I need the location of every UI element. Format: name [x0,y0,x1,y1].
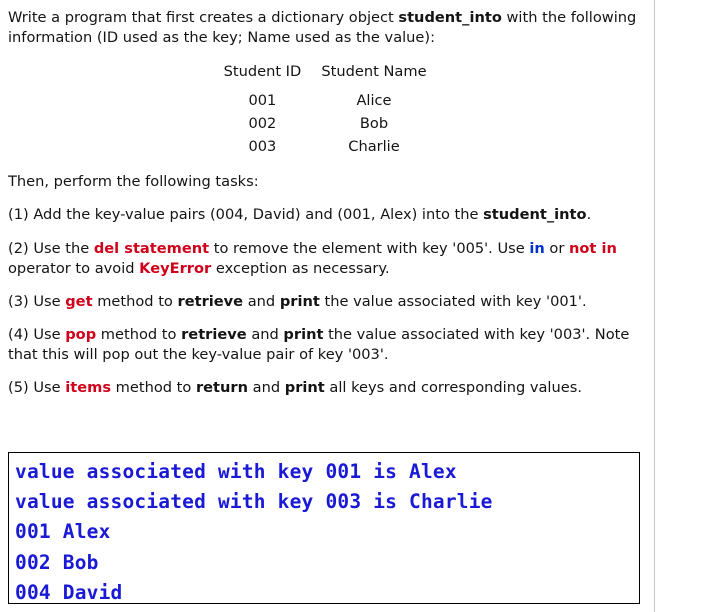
task-4-keyword-pop: pop [65,325,97,343]
task-2-seg1: Use the [28,239,94,257]
task-4-bold-retrieve: retrieve [181,325,247,343]
task-1-bold-student-into: student_into [483,206,587,224]
intro-bold-student-into: student_into [398,9,502,26]
task-2-label: (2) [8,239,29,257]
task-2-seg5: exception as necessary. [211,259,390,277]
task-5-bold-print: print [284,379,325,397]
document-page: Write a program that first creates a dic… [0,0,655,612]
console-output-box: value associated with key 001 is Alex va… [8,452,640,604]
task-5-seg3: and [248,379,285,397]
console-output-line: 004 David [15,580,123,604]
task-5-bold-return: return [195,379,249,397]
task-3-seg4: the value associated with key '001'. [319,292,587,310]
task-5-keyword-items: items [65,379,112,397]
task-item-2: (2) Use the del statement to remove the … [8,239,642,279]
task-2-seg3: or [544,239,569,257]
student-table: Student ID Student Name 001 Alice 002 Bo… [213,61,436,158]
task-4-bold-print: print [283,325,324,343]
task-1-seg1: Add the key-value pairs (004, David) and… [28,206,484,224]
task-5-seg4: all keys and corresponding values. [324,379,582,397]
task-2-seg4: operator to avoid [8,259,140,277]
console-output-line: value associated with key 001 is Alex [15,460,457,483]
task-3-seg3: and [243,292,280,310]
task-item-1: (1) Add the key-value pairs (004, David)… [8,205,642,225]
task-2-keyword-not-in: not in [569,239,617,257]
table-cell-id: 003 [248,138,277,156]
console-output-line: value associated with key 003 is Charlie [15,490,493,514]
console-output-line: 002 Bob [15,550,99,574]
table-row: 003 Charlie [213,135,436,158]
task-2-keyword-del-statement: del statement [93,239,210,257]
task-3-label: (3) [8,292,29,310]
tasks-heading: Then, perform the following tasks: [8,173,259,191]
table-header-student-name: Student Name [321,63,427,81]
intro-text-part1: Write a program that first creates a dic… [8,9,399,26]
table-row: 002 Bob [213,112,436,135]
page-right-margin [656,0,718,612]
task-item-3: (3) Use get method to retrieve and print… [8,292,642,312]
table-cell-name: Charlie [348,138,400,156]
task-1-seg2: . [586,206,592,224]
task-4-seg2: method to [96,325,182,343]
task-5-seg1: Use [28,379,66,397]
console-output-line: 001 Alex [15,520,111,544]
task-item-5: (5) Use items method to return and print… [8,378,642,398]
task-3-bold-print: print [279,292,320,310]
task-3-bold-retrieve: retrieve [177,292,244,310]
task-3-seg1: Use [28,292,66,310]
task-4-seg1: Use [28,325,66,343]
table-cell-id: 001 [248,92,277,110]
table-cell-id: 002 [248,115,277,133]
task-5-seg2: method to [111,379,196,397]
table-header-student-id: Student ID [223,63,302,81]
task-item-4: (4) Use pop method to retrieve and print… [8,325,642,365]
task-3-keyword-get: get [65,292,93,310]
task-1-label: (1) [8,206,29,224]
task-4-label: (4) [8,325,29,343]
task-2-keyword-in: in [529,239,545,257]
task-4-seg3: and [246,325,284,343]
task-5-label: (5) [8,379,29,397]
intro-paragraph: Write a program that first creates a dic… [8,8,642,48]
table-cell-name: Bob [359,115,389,133]
task-3-seg2: method to [92,292,178,310]
task-2-seg2: to remove the element with key '005'. Us… [209,239,530,257]
task-2-keyword-keyerror: KeyError [139,259,212,277]
table-row: 001 Alice [213,89,436,112]
table-cell-name: Alice [356,92,392,110]
table-header-row: Student ID Student Name [213,61,436,89]
